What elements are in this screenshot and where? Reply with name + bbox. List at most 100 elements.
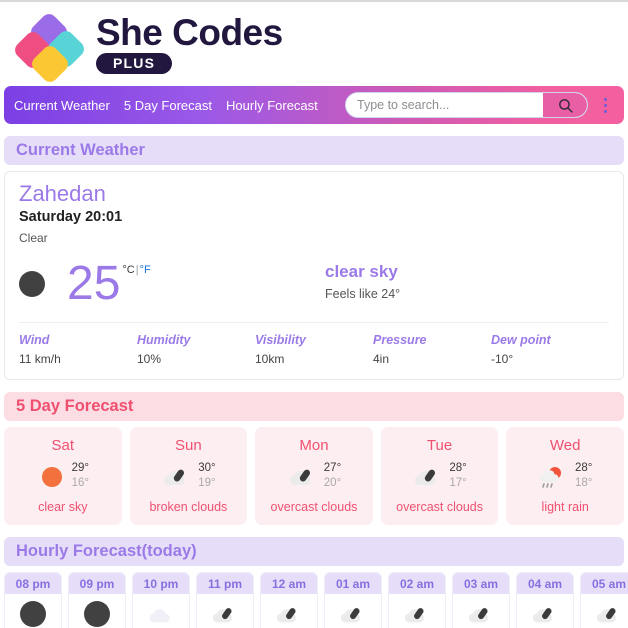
hourly-time: 04 am [517,573,573,595]
forecast-card-mon[interactable]: Mon 27° 20° overcast clouds [255,426,373,526]
forecast-description: clear sky [38,499,88,514]
hourly-card-01-am[interactable]: 01 am [324,572,382,628]
metric-value: -10° [491,351,514,366]
cloud-moon-icon [468,608,488,623]
forecast-day: Sun [175,436,202,454]
hourly-icon-wrap [197,594,253,628]
metric-label: Humidity [137,332,191,347]
search-bar [345,92,588,118]
current-weather-card: Zahedan Saturday 20:01 Clear 25 °C|°F cl… [4,171,624,380]
search-button[interactable] [543,93,587,117]
metric-dew-point: Dew point -10° [491,331,609,369]
forecast-temps: 29° 16° [72,461,89,490]
current-condition-short: Clear [19,231,48,246]
kebab-dot [603,109,607,113]
hourly-time: 05 am [581,573,628,595]
nav-item-hourly-forecast[interactable]: Hourly Forecast [226,99,318,112]
hourly-time: 08 pm [5,573,61,595]
hourly-icon-wrap [517,594,573,628]
current-datetime: Saturday 20:01 [19,208,123,225]
hourly-icon-wrap [133,594,189,628]
moon-icon [84,601,110,628]
sun-icon [41,466,62,487]
cloud-moon-icon [340,608,360,623]
forecast-card-sat[interactable]: Sat 29° 16° clear sky [4,426,122,526]
unit-fahrenheit-link[interactable]: °F [140,264,151,276]
hourly-card-11-pm[interactable]: 11 pm [196,572,254,628]
kebab-menu-icon[interactable] [594,97,616,113]
forecast-day: Sat [51,436,75,454]
weather-app-page: She Codes PLUS Current Weather 5 Day For… [0,0,628,628]
forecast-card-sun[interactable]: Sun 30° 19° broken clouds [129,426,248,526]
forecast-max: 27° [323,462,342,475]
cloud-moon-icon [212,608,232,623]
hourly-card-05-am[interactable]: 05 am [580,572,628,628]
nav-item-current-weather[interactable]: Current Weather [14,99,110,112]
forecast-card-wed[interactable]: Wed 28° 18° light rain [506,426,624,526]
forecast-max: 29° [71,462,89,475]
brand-text: She Codes PLUS [96,14,283,75]
metric-pressure: Pressure 4in [373,331,491,369]
cloud-moon-icon [289,469,311,485]
forecast-description: overcast clouds [270,499,358,514]
forecast-max: 28° [449,462,467,475]
hourly-icon-wrap [261,594,317,628]
metric-humidity: Humidity 10% [137,331,255,369]
moon-icon [20,601,46,628]
search-input[interactable] [346,93,543,117]
hourly-card-12-am[interactable]: 12 am [260,572,318,628]
forecast-min: 16° [71,476,89,489]
current-metrics: Wind 11 km/h Humidity 10% Visibility 10k… [19,321,609,379]
nav-item-5-day-forecast[interactable]: 5 Day Forecast [124,99,212,112]
hourly-time: 12 am [261,573,317,595]
kebab-dot [603,97,607,101]
cloud-moon-icon [415,469,436,485]
metric-label: Wind [19,332,50,347]
forecast-icon-temps: 30° 19° [136,459,242,493]
unit-switcher: °C|°F [122,264,150,276]
cloud-moon-icon [276,608,296,623]
hourly-card-03-am[interactable]: 03 am [452,572,510,628]
hourly-card-04-am[interactable]: 04 am [516,572,574,628]
forecast-temps: 30° 19° [198,461,215,490]
brand-header: She Codes PLUS [0,2,628,86]
forecast-icon-temps: 28° 17° [387,459,493,493]
section-header-current-weather: Current Weather [4,136,624,165]
nav-links: Current Weather 5 Day Forecast Hourly Fo… [14,99,318,112]
hourly-card-02-am[interactable]: 02 am [388,572,446,628]
forecast-day: Mon [299,436,329,454]
hourly-time: 03 am [453,573,509,595]
forecast-description: overcast clouds [396,499,483,514]
five-day-forecast-row: Sat 29° 16° clear sky Sun 30° 19° broken… [4,426,624,526]
metric-visibility: Visibility 10km [255,331,373,369]
hourly-forecast-row[interactable]: 08 pm 09 pm 10 pm 11 pm 12 am 01 am 02 a… [4,572,628,628]
forecast-min: 17° [449,476,467,489]
metric-value: 11 km/h [19,351,61,366]
she-codes-logo-icon [11,10,88,86]
current-temperature: 25 [67,256,121,310]
forecast-temps: 27° 20° [324,461,341,490]
hourly-icon-wrap [325,594,381,628]
navbar: Current Weather 5 Day Forecast Hourly Fo… [4,86,624,124]
forecast-temps: 28° 18° [575,461,592,490]
forecast-temps: 28° 17° [449,461,466,490]
forecast-card-tue[interactable]: Tue 28° 17° overcast clouds [380,426,499,526]
hourly-card-08-pm[interactable]: 08 pm [4,572,62,628]
metric-label: Dew point [491,332,551,347]
forecast-min: 19° [198,476,216,489]
forecast-min: 20° [323,476,342,489]
moon-icon [19,270,45,297]
metric-label: Pressure [373,332,427,347]
metric-value: 10km [255,351,285,366]
cloud-moon-icon [596,608,616,623]
hourly-card-09-pm[interactable]: 09 pm [68,572,126,628]
metric-label: Visibility [255,332,306,347]
forecast-max: 30° [198,462,216,475]
hourly-icon-wrap [69,594,125,628]
forecast-icon-temps: 29° 16° [10,459,116,493]
current-description: clear sky [325,261,398,281]
hourly-card-10-pm[interactable]: 10 pm [132,572,190,628]
forecast-description: broken clouds [149,499,228,514]
section-header-5-day-forecast: 5 Day Forecast [4,391,624,421]
forecast-min: 18° [574,476,593,489]
